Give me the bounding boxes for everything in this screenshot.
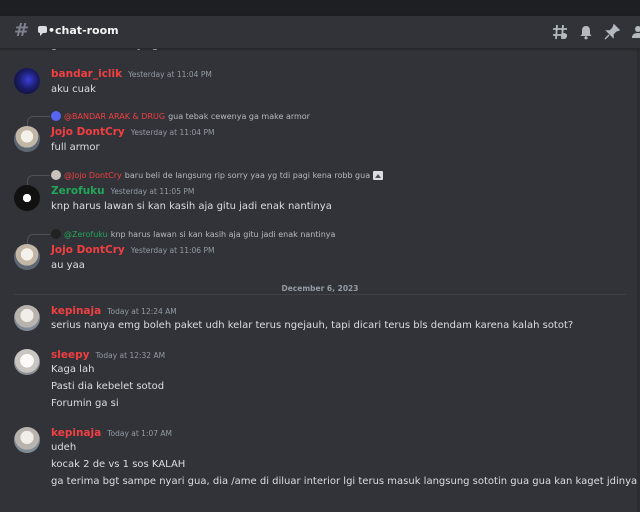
- reply-avatar: [51, 170, 61, 180]
- reply-avatar: [51, 111, 61, 121]
- message-text: kocak 2 de vs 1 sos KALAH: [51, 459, 186, 470]
- reply-spine: [27, 175, 50, 185]
- channel-header: # •chat-room: [0, 16, 640, 49]
- reply-avatar: [51, 229, 61, 239]
- channel-name: •chat-room: [48, 24, 119, 37]
- threads-icon[interactable]: [552, 24, 568, 40]
- image-icon: [373, 170, 384, 180]
- speech-bubble-icon: [38, 26, 47, 36]
- timestamp: Yesterday at 11:04 PM: [130, 128, 215, 137]
- username[interactable]: kepinaja Today at 1:07 AM: [51, 427, 172, 439]
- timestamp: Yesterday at 11:04 PM: [128, 70, 212, 79]
- reply-text: baru beli de langsung rip sorry yaa yg t…: [124, 170, 371, 180]
- avatar[interactable]: [14, 349, 40, 375]
- reply-text: knp harus lawan si kan kasih aja gitu ja…: [110, 229, 336, 239]
- members-icon[interactable]: [630, 24, 640, 40]
- reply-text: gua tebak cewenya ga make armor: [168, 111, 310, 121]
- avatar[interactable]: [14, 427, 40, 453]
- message-text: serius nanya emg boleh paket udh kelar t…: [51, 320, 574, 331]
- reply-spine: [27, 116, 50, 126]
- timestamp: Yesterday at 11:05 PM: [110, 187, 195, 196]
- message-text: Pasti dia kebelet sotod: [51, 381, 165, 392]
- reply-preview[interactable]: @Jojo DontCry baru beli de langsung rip …: [51, 170, 384, 180]
- avatar[interactable]: [14, 185, 40, 211]
- reply-preview[interactable]: @BANDAR ARAK & DRUG gua tebak cewenya ga…: [51, 111, 310, 121]
- timestamp: Today at 12:32 AM: [95, 351, 166, 360]
- pin-icon[interactable]: [604, 24, 620, 40]
- timestamp: Today at 1:07 AM: [107, 429, 173, 438]
- username[interactable]: Jojo DontCry Yesterday at 11:04 PM: [51, 126, 214, 138]
- username[interactable]: kepinaja Today at 12:24 AM: [51, 305, 177, 317]
- reply-mention[interactable]: @Zerofuku: [64, 230, 108, 239]
- reply-preview[interactable]: @Zerofuku knp harus lawan si kan kasih a…: [51, 229, 335, 239]
- message-text: udeh: [51, 442, 77, 453]
- message-text: au yaa: [51, 260, 85, 271]
- message-text: aku cuak: [51, 84, 96, 95]
- username[interactable]: Jojo DontCry Yesterday at 11:06 PM: [51, 244, 214, 256]
- timestamp: Today at 12:24 AM: [107, 307, 177, 316]
- avatar[interactable]: [14, 126, 40, 152]
- message-text: Forumin ga si: [51, 398, 119, 409]
- message-text: knp harus lawan si kan kasih aja gitu ja…: [51, 201, 332, 212]
- reply-mention[interactable]: @BANDAR ARAK & DRUG: [64, 112, 165, 121]
- message-text: full armor: [51, 142, 100, 153]
- avatar[interactable]: [14, 68, 40, 94]
- avatar[interactable]: [14, 244, 40, 270]
- bell-icon[interactable]: [578, 24, 594, 40]
- timestamp: Yesterday at 11:06 PM: [130, 246, 215, 255]
- window-top-strip: [0, 0, 640, 16]
- reply-spine: [27, 234, 50, 244]
- username[interactable]: bandar_iclik Yesterday at 11:04 PM: [51, 68, 212, 80]
- avatar[interactable]: [14, 305, 40, 331]
- message-text: ga terima bgt sampe nyari gua, dia /ame …: [51, 476, 640, 487]
- message-text: Kaga lah: [51, 364, 95, 375]
- reply-mention[interactable]: @Jojo DontCry: [64, 171, 122, 180]
- date-divider: December 6, 2023: [0, 284, 640, 293]
- date-divider-line: [14, 294, 626, 295]
- username[interactable]: sleepy Today at 12:32 AM: [51, 349, 165, 361]
- username[interactable]: Zerofuku Yesterday at 11:05 PM: [51, 185, 194, 197]
- message-list[interactable]: gua tebak cewenya ga make armor bandar_i…: [0, 40, 640, 512]
- channel-hash-icon: #: [14, 20, 30, 41]
